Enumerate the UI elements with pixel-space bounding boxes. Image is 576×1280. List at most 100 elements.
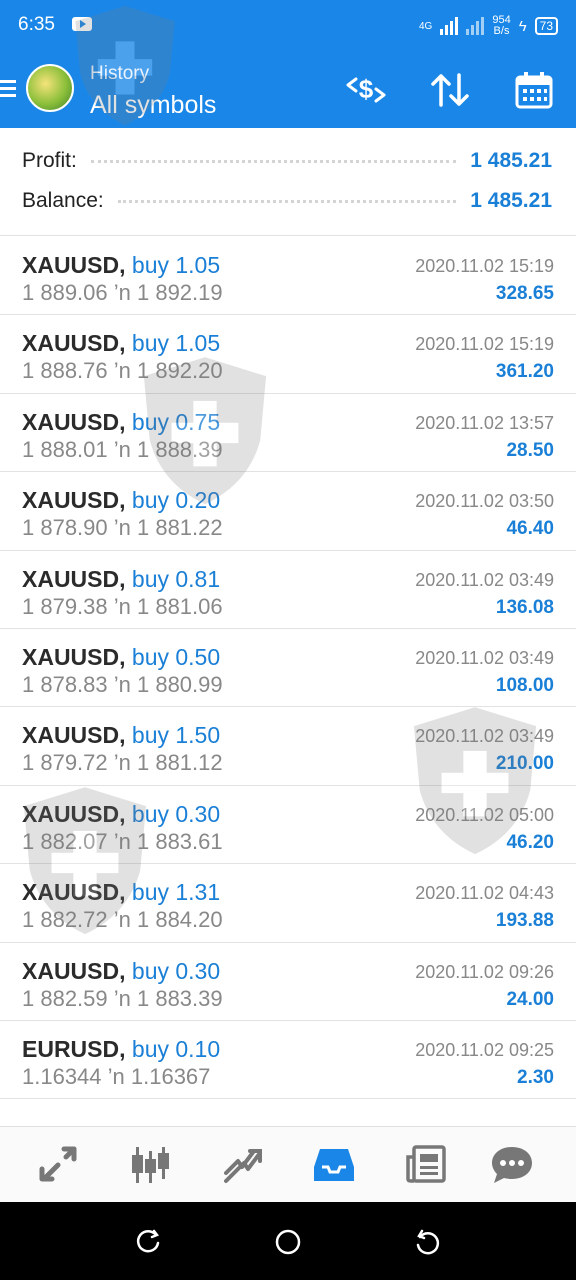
recent-apps-icon[interactable] [134, 1227, 164, 1257]
trade-symbol: XAUUSD, buy 1.05 [22, 330, 221, 357]
bottom-navigation [0, 1126, 576, 1202]
svg-text:$: $ [359, 74, 374, 104]
balance-value: 1 485.21 [470, 189, 552, 212]
header-subtitle: History [90, 63, 150, 84]
trade-time: 2020.11.02 03:50 [415, 491, 554, 512]
status-time: 6:35 [18, 14, 55, 35]
trade-prices: 1 878.83 ’n 1 880.99 [22, 671, 223, 697]
trade-time: 2020.11.02 09:26 [415, 961, 554, 982]
trade-row[interactable]: XAUUSD, buy 0.30 2020.11.02 09:26 1 882.… [0, 943, 576, 1021]
sort-icon[interactable] [428, 68, 472, 112]
signal-weak-icon [466, 17, 485, 35]
home-icon[interactable] [273, 1227, 303, 1257]
quotes-icon[interactable] [34, 1141, 82, 1189]
trade-time: 2020.11.02 04:43 [415, 883, 554, 904]
profit-row: Profit: 1 485.21 [22, 146, 552, 176]
trade-symbol: XAUUSD, buy 1.31 [22, 879, 221, 906]
trade-side: buy 0.30 [131, 800, 221, 827]
trade-profit: 361.20 [495, 361, 554, 383]
trade-profit: 108.00 [495, 674, 554, 696]
trade-row[interactable]: XAUUSD, buy 0.75 2020.11.02 13:57 1 888.… [0, 394, 576, 473]
trade-time: 2020.11.02 03:49 [415, 569, 554, 590]
news-icon[interactable] [402, 1141, 450, 1189]
app-logo [26, 64, 74, 112]
trade-prices: 1 882.07 ’n 1 883.61 [22, 828, 223, 854]
trade-row[interactable]: XAUUSD, buy 1.05 2020.11.02 15:19 1 889.… [0, 237, 576, 316]
trade-row[interactable]: XAUUSD, buy 0.50 2020.11.02 03:49 1 878.… [0, 629, 576, 708]
trade-row[interactable]: XAUUSD, buy 1.05 2020.11.02 15:19 1 888.… [0, 315, 576, 394]
trade-prices: 1.16344 ’n 1.16367 [22, 1063, 211, 1089]
signal-icon [440, 17, 459, 35]
trade-prices: 1 882.72 ’n 1 884.20 [22, 907, 223, 933]
back-icon[interactable] [412, 1227, 442, 1257]
trade-profit: 193.88 [495, 910, 554, 932]
menu-icon[interactable] [0, 80, 16, 98]
trade-time: 2020.11.02 03:49 [415, 647, 554, 668]
trade-prices: 1 879.38 ’n 1 881.06 [22, 593, 223, 619]
profit-label: Profit: [22, 149, 77, 172]
calendar-icon[interactable] [512, 68, 556, 112]
trade-side: buy 0.20 [131, 487, 221, 514]
trade-prices: 1 889.06 ’n 1 892.19 [22, 280, 223, 305]
chart-icon[interactable] [126, 1141, 174, 1189]
trade-row[interactable]: XAUUSD, buy 1.31 2020.11.02 04:43 1 882.… [0, 864, 576, 943]
charging-icon: ϟ [518, 17, 527, 35]
trade-prices: 1 888.76 ’n 1 892.20 [22, 358, 223, 384]
system-navigation-bar [0, 1202, 576, 1280]
profit-value: 1 485.21 [470, 149, 552, 172]
trade-prices: 1 888.01 ’n 1 888.39 [22, 436, 223, 462]
status-indicators: 4G 954 B/s ϟ 73 [419, 12, 558, 40]
dotted-leader [117, 199, 457, 203]
trade-profit: 46.40 [506, 518, 554, 540]
trade-profit: 46.20 [506, 831, 554, 853]
trade-profit: 136.08 [495, 596, 554, 618]
trade-row[interactable]: XAUUSD, buy 0.20 2020.11.02 03:50 1 878.… [0, 472, 576, 551]
balance-row: Balance: 1 485.21 [22, 186, 552, 216]
trade-row[interactable]: XAUUSD, buy 0.30 2020.11.02 05:00 1 882.… [0, 786, 576, 865]
trade-symbol: XAUUSD, buy 0.81 [22, 565, 221, 592]
trade-time: 2020.11.02 09:25 [415, 1039, 554, 1060]
trade-side: buy 0.75 [131, 408, 221, 435]
chat-icon[interactable] [488, 1141, 536, 1189]
network-type: 4G [418, 20, 433, 32]
trade-side: buy 0.30 [131, 957, 221, 984]
trade-time: 2020.11.02 03:49 [415, 726, 554, 747]
trade-prices: 1 879.72 ’n 1 881.12 [22, 750, 223, 776]
status-bar: 6:35 4G 954 B/s ϟ 73 [0, 0, 576, 50]
trade-symbol: XAUUSD, buy 1.05 [22, 252, 221, 278]
trade-symbol: XAUUSD, buy 1.50 [22, 722, 221, 749]
trade-prices: 1 882.59 ’n 1 883.39 [22, 985, 223, 1011]
currency-exchange-icon[interactable]: $ [344, 68, 388, 112]
trade-row[interactable]: EURUSD, buy 0.10 2020.11.02 09:25 1.1634… [0, 1021, 576, 1100]
trade-profit: 328.65 [495, 283, 554, 304]
trade-time: 2020.11.02 15:19 [415, 334, 554, 355]
trade-icon[interactable] [218, 1141, 266, 1189]
trade-side: buy 1.05 [131, 252, 221, 278]
account-summary: Profit: 1 485.21 Balance: 1 485.21 [0, 128, 576, 236]
trade-side: buy 1.50 [131, 722, 221, 749]
trade-profit: 2.30 [517, 1066, 554, 1088]
trade-symbol: XAUUSD, buy 0.30 [22, 957, 221, 984]
trade-profit: 24.00 [506, 988, 554, 1010]
network-speed: 954 B/s [492, 14, 511, 37]
trade-symbol: XAUUSD, buy 0.30 [22, 800, 221, 827]
trade-symbol: EURUSD, buy 0.10 [22, 1035, 221, 1062]
battery-indicator: 73 [534, 17, 558, 35]
trade-symbol: XAUUSD, buy 0.50 [22, 643, 221, 670]
dotted-leader [90, 159, 457, 163]
page-title[interactable]: All symbols [90, 91, 216, 120]
trade-symbol: XAUUSD, buy 0.75 [22, 408, 221, 435]
trade-side: buy 0.10 [131, 1035, 221, 1062]
trade-time: 2020.11.02 15:19 [415, 256, 554, 276]
trade-time: 2020.11.02 05:00 [415, 804, 554, 825]
trade-profit: 28.50 [506, 439, 554, 461]
trade-side: buy 1.31 [131, 879, 221, 906]
youtube-notification-icon [72, 17, 92, 31]
history-icon[interactable] [310, 1141, 358, 1189]
trade-time: 2020.11.02 13:57 [415, 412, 554, 433]
trade-row[interactable]: XAUUSD, buy 0.81 2020.11.02 03:49 1 879.… [0, 551, 576, 629]
balance-label: Balance: [22, 189, 104, 212]
trade-side: buy 1.05 [131, 330, 221, 357]
trade-row[interactable]: XAUUSD, buy 1.50 2020.11.02 03:49 1 879.… [0, 707, 576, 786]
trade-prices: 1 878.90 ’n 1 881.22 [22, 515, 223, 541]
